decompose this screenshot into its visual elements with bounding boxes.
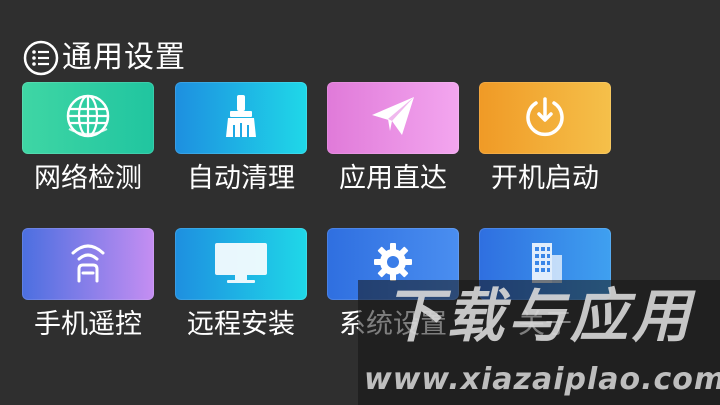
page-header: 通用设置 [22,36,186,80]
paper-plane-icon [366,89,420,147]
watermark-brand: 下载与应用 [383,282,694,350]
tile-boot-start[interactable]: 开机启动 [479,82,611,196]
tile-label: 远程安装 [187,309,295,340]
tile-label: 手机遥控 [34,309,142,340]
remote-signal-icon [61,235,115,293]
tile-label: 应用直达 [339,163,447,194]
tile-button[interactable] [327,82,459,154]
tile-phone-remote[interactable]: 手机遥控 [22,228,154,342]
tile-remote-install[interactable]: 远程安装 [175,228,307,342]
watermark-overlay: 下载与应用 www.xiazaiplao.com [358,280,720,405]
power-icon [518,89,572,147]
tile-app-direct[interactable]: 应用直达 [327,82,459,196]
tile-button[interactable] [175,228,307,300]
tile-button[interactable] [175,82,307,154]
list-menu-icon[interactable] [22,39,60,77]
tile-label: 网络检测 [34,163,142,194]
monitor-icon [209,235,273,293]
tile-label: 开机启动 [491,163,599,194]
tile-network-check[interactable]: 网络检测 [22,82,154,196]
page-title: 通用设置 [62,40,186,75]
tile-label: 自动清理 [187,163,295,194]
tile-auto-clean[interactable]: 自动清理 [175,82,307,196]
tile-button[interactable] [22,228,154,300]
broom-icon [214,89,268,147]
tile-button[interactable] [22,82,154,154]
watermark-url: www.xiazaiplao.com [364,362,720,397]
tile-button[interactable] [479,82,611,154]
globe-icon [61,89,115,147]
